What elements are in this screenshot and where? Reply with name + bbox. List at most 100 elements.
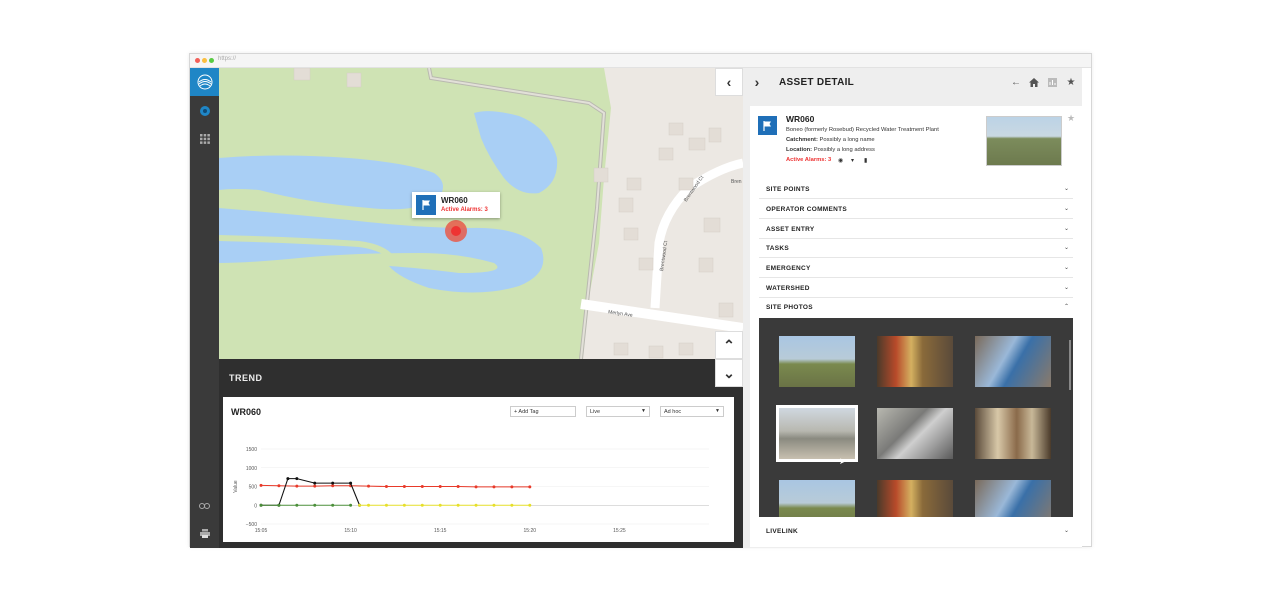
asset-catchment: Catchment: Possibly a long name xyxy=(786,137,875,143)
url-text[interactable]: https:// xyxy=(218,56,236,62)
data-point xyxy=(349,481,353,485)
data-point xyxy=(456,503,460,507)
data-point xyxy=(510,503,514,507)
device-icon[interactable]: ▮ xyxy=(864,157,867,164)
site-photo[interactable] xyxy=(877,408,953,459)
trend-panel: WR060 + Add Tag Live ▼ Ad hoc ▼ 1500 1000 50… xyxy=(223,397,734,542)
chevron-down-icon: ⌄ xyxy=(1063,245,1069,251)
next-button[interactable]: › xyxy=(743,68,771,96)
data-point xyxy=(295,477,299,481)
site-photo[interactable] xyxy=(975,480,1051,517)
data-point xyxy=(277,484,281,488)
asset-thumbnail[interactable] xyxy=(986,116,1062,166)
close-dot[interactable] xyxy=(195,58,200,63)
data-point xyxy=(313,484,317,488)
maximize-dot[interactable] xyxy=(209,58,214,63)
section-asset-entry[interactable]: ASSET ENTRY ⌄ xyxy=(759,220,1073,239)
collapse-trend-button[interactable]: ⌄ xyxy=(715,359,743,387)
section-livelink[interactable]: LIVELINK ⌄ xyxy=(759,522,1073,541)
chevron-left-icon: ‹ xyxy=(726,74,732,90)
collapse-left-button[interactable]: ‹ xyxy=(715,68,743,96)
data-point xyxy=(295,503,299,507)
data-point xyxy=(295,484,299,488)
trend-heading: TREND xyxy=(229,373,263,383)
site-photo[interactable] xyxy=(975,336,1051,387)
section-label: OPERATOR COMMENTS xyxy=(766,206,848,213)
expand-up-button[interactable]: ⌃ xyxy=(715,331,743,359)
asset-description: Boneo (formerly Rosebud) Recycled Water … xyxy=(786,127,939,133)
x-tick-label: 15:10 xyxy=(344,528,357,534)
series-line xyxy=(260,484,530,488)
y-tick-label: 500 xyxy=(249,485,258,491)
flag-icon xyxy=(416,195,436,215)
section-site-photos[interactable]: SITE PHOTOS ⌃ xyxy=(759,298,1073,317)
section-site-points[interactable]: SITE POINTS ⌄ xyxy=(759,180,1073,199)
location-target-icon[interactable] xyxy=(197,103,212,118)
data-point xyxy=(492,485,496,489)
x-tick-label: 15:20 xyxy=(524,528,537,534)
data-point xyxy=(420,485,424,488)
site-photo[interactable] xyxy=(877,336,953,387)
series-line xyxy=(261,478,361,506)
map-view[interactable]: Brentwood Ct Brentwood Ct Merlyn Ave Bre… xyxy=(219,68,743,359)
back-arrow-icon[interactable]: ← xyxy=(1010,76,1022,88)
y-tick-label: 1500 xyxy=(246,447,257,453)
site-photo-selected[interactable] xyxy=(776,405,858,462)
data-point xyxy=(402,485,406,488)
data-point xyxy=(331,484,335,488)
apps-grid-icon[interactable] xyxy=(197,131,212,146)
asset-location: Location: Possibly a long address xyxy=(786,147,875,153)
favorite-star-icon[interactable]: ★ xyxy=(1067,113,1075,124)
popup-alarms: Active Alarms: 3 xyxy=(441,207,488,213)
plug-icon[interactable]: ▾ xyxy=(851,157,854,164)
x-tick-label: 15:05 xyxy=(255,528,268,534)
data-point xyxy=(313,481,317,485)
detail-header: › ASSET DETAIL ← ★ xyxy=(743,68,1082,96)
link-icon[interactable] xyxy=(197,498,212,513)
location-value: Possibly a long address xyxy=(813,147,875,153)
data-point xyxy=(402,503,406,507)
chevron-up-icon: ⌃ xyxy=(1063,304,1069,310)
chevron-down-icon: ⌄ xyxy=(1063,528,1069,534)
trend-chart[interactable]: 150010005000−50015:05 15:10 15:15 15:20 15:2… xyxy=(223,397,734,542)
section-watershed[interactable]: WATERSHED ⌄ xyxy=(759,279,1073,298)
detail-title: ASSET DETAIL xyxy=(779,77,855,88)
data-point xyxy=(367,503,371,507)
section-operator-comments[interactable]: OPERATOR COMMENTS ⌄ xyxy=(759,200,1073,219)
asset-popup[interactable]: WR060 Active Alarms: 3 xyxy=(412,192,500,218)
section-label: ASSET ENTRY xyxy=(766,226,815,233)
section-label: LIVELINK xyxy=(766,528,799,535)
rss-icon[interactable]: ◉ xyxy=(838,157,843,164)
print-icon[interactable] xyxy=(197,526,212,541)
data-point xyxy=(474,485,478,489)
section-emergency[interactable]: EMERGENCY ⌄ xyxy=(759,259,1073,278)
section-tasks[interactable]: TASKS ⌄ xyxy=(759,239,1073,258)
data-point xyxy=(510,485,514,489)
asset-detail-panel: › ASSET DETAIL ← ★ WR060 Boneo (formerly… xyxy=(743,68,1082,548)
report-icon[interactable] xyxy=(1046,76,1058,88)
star-icon[interactable]: ★ xyxy=(1065,76,1077,88)
data-point xyxy=(286,477,290,481)
data-point xyxy=(456,485,460,488)
app-logo[interactable] xyxy=(190,68,219,96)
street-label: Bren xyxy=(731,179,742,185)
x-tick-label: 15:25 xyxy=(613,528,626,534)
logo-icon xyxy=(197,74,212,90)
site-photo[interactable] xyxy=(779,480,855,517)
y-tick-label: 1000 xyxy=(246,466,257,472)
site-photo[interactable] xyxy=(975,408,1051,459)
gallery-scrollbar[interactable] xyxy=(1069,340,1071,390)
data-point xyxy=(420,503,424,507)
section-label: WATERSHED xyxy=(766,285,810,292)
data-point xyxy=(331,503,335,507)
site-photo[interactable] xyxy=(779,336,855,387)
data-point xyxy=(384,485,388,488)
browser-titlebar: https:// xyxy=(190,54,1091,68)
home-icon[interactable] xyxy=(1028,76,1040,88)
site-photo[interactable] xyxy=(877,480,953,517)
catchment-value: Possibly a long name xyxy=(819,137,875,143)
catchment-label: Catchment: xyxy=(786,137,818,143)
chevron-down-icon: ⌄ xyxy=(1063,186,1069,192)
chevron-down-icon: ⌄ xyxy=(1063,226,1069,232)
minimize-dot[interactable] xyxy=(202,58,207,63)
